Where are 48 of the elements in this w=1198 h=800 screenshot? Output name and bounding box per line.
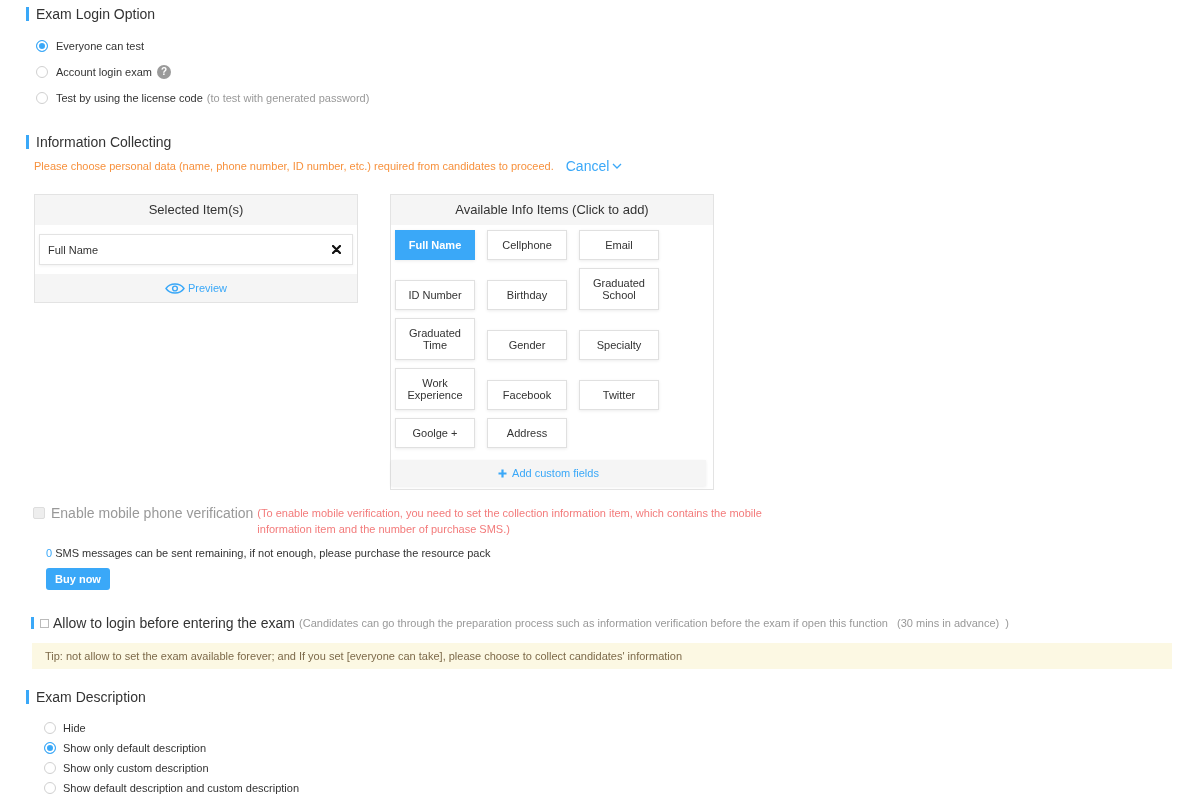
- option-note: (to test with generated password): [206, 92, 370, 104]
- info-item-button[interactable]: Twitter: [579, 380, 659, 410]
- info-item-button[interactable]: ID Number: [395, 280, 475, 310]
- sms-text: SMS messages can be sent remaining, if not enough, please purchase the resource pack: [55, 546, 491, 560]
- info-item-button[interactable]: Birthday: [487, 280, 567, 310]
- option-label: Show only custom description: [63, 762, 209, 774]
- option-note: (Candidates can go through the preparation process such as information verification before the exam if open this function (30 mins in advance) ): [299, 617, 1009, 629]
- option-label: Show default description and custom description: [63, 782, 300, 794]
- sms-count: 0: [46, 546, 53, 560]
- chevron-down-icon: [612, 163, 623, 169]
- info-item-button[interactable]: Email: [579, 230, 659, 260]
- info-item-button[interactable]: Graduated Time: [395, 318, 475, 360]
- panel-title: Selected Item(s): [35, 195, 357, 225]
- info-item-button[interactable]: Gender: [487, 330, 567, 360]
- accent-bar: [31, 617, 34, 629]
- radio-button[interactable]: [44, 782, 56, 794]
- item-label: Full Name: [48, 243, 99, 256]
- plus-icon: [498, 468, 508, 478]
- option-label: Account login exam: [56, 66, 152, 78]
- info-item-button[interactable]: Goolge +: [395, 418, 475, 448]
- radio-button[interactable]: [44, 762, 56, 774]
- info-item-button[interactable]: Facebook: [487, 380, 567, 410]
- close-icon[interactable]: [332, 245, 341, 254]
- radio-button[interactable]: [36, 66, 48, 78]
- section-title: Exam Description: [26, 690, 146, 704]
- panel-title: Available Info Items (Click to add): [391, 195, 713, 225]
- section-title: Information Collecting: [26, 135, 172, 149]
- radio-button[interactable]: [44, 722, 56, 734]
- info-item-button[interactable]: Cellphone: [487, 230, 567, 260]
- checkbox-label: Enable mobile phone verification: [51, 505, 254, 521]
- option-label: Test by using the license code: [56, 92, 203, 104]
- info-item-button[interactable]: Specialty: [579, 330, 659, 360]
- radio-button[interactable]: [36, 40, 48, 52]
- info-item-button[interactable]: Graduated School: [579, 268, 659, 310]
- radio-button[interactable]: [36, 92, 48, 104]
- hint-text: Please choose personal data (name, phone number, ID number, etc.) required from candidates to proceed.: [34, 160, 554, 172]
- eye-icon: [164, 281, 185, 295]
- info-item-button[interactable]: Address: [487, 418, 567, 448]
- info-item-button[interactable]: Work Experience: [395, 368, 475, 410]
- section-title: Exam Login Option: [26, 7, 156, 21]
- checkbox-label: Allow to login before entering the exam: [53, 615, 296, 631]
- tip-banner: Tip: not allow to set the exam available forever; and If you set [everyone can take], please choose to collect candidates' information: [32, 643, 1172, 669]
- radio-button[interactable]: [44, 742, 56, 754]
- option-label: Show only default description: [63, 742, 207, 754]
- option-label: Everyone can test: [56, 40, 145, 52]
- checkbox[interactable]: [40, 618, 49, 628]
- option-label: Hide: [63, 722, 86, 734]
- warning-note: (To enable mobile verification, you need to set the collection information item, which contains the mobile information item and the number of purchase SMS.): [257, 506, 763, 537]
